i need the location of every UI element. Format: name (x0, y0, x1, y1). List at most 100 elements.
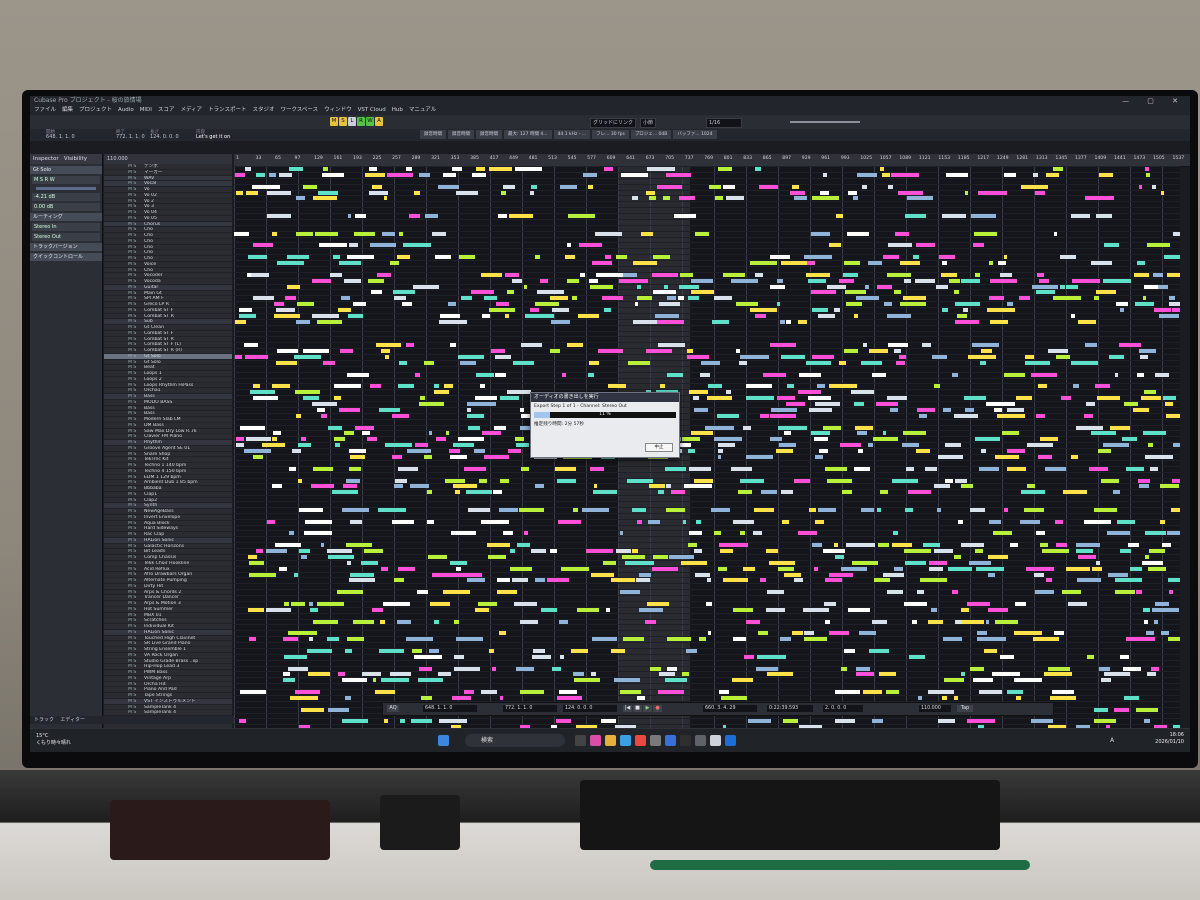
midi-event-region[interactable] (904, 279, 911, 283)
midi-event-region[interactable] (531, 185, 537, 189)
midi-event-region[interactable] (641, 232, 653, 236)
midi-event-region[interactable] (299, 549, 310, 553)
midi-event-region[interactable] (922, 343, 931, 347)
midi-event-region[interactable] (1128, 543, 1139, 547)
midi-event-region[interactable] (1163, 396, 1176, 400)
midi-event-region[interactable] (394, 484, 403, 488)
midi-event-region[interactable] (381, 678, 409, 682)
midi-event-region[interactable] (786, 320, 791, 324)
midi-event-region[interactable] (392, 455, 402, 459)
midi-event-region[interactable] (767, 590, 784, 594)
midi-event-region[interactable] (781, 490, 793, 494)
midi-event-region[interactable] (975, 437, 1000, 441)
midi-event-region[interactable] (1134, 273, 1149, 277)
midi-event-region[interactable] (574, 678, 600, 682)
midi-event-region[interactable] (1040, 543, 1048, 547)
midi-event-region[interactable] (738, 490, 752, 494)
midi-event-region[interactable] (1027, 484, 1035, 488)
midi-event-region[interactable] (1094, 296, 1099, 300)
midi-event-region[interactable] (443, 173, 456, 177)
midi-event-region[interactable] (295, 690, 320, 694)
midi-event-region[interactable] (1052, 690, 1074, 694)
midi-event-region[interactable] (327, 549, 352, 553)
midi-event-region[interactable] (593, 490, 617, 494)
midi-event-region[interactable] (425, 214, 438, 218)
midi-event-region[interactable] (1126, 637, 1155, 641)
midi-event-region[interactable] (239, 314, 256, 318)
midi-event-region[interactable] (572, 296, 577, 300)
midi-event-region[interactable] (1004, 373, 1025, 377)
midi-event-region[interactable] (994, 408, 1002, 412)
midi-event-region[interactable] (777, 279, 783, 283)
midi-event-region[interactable] (780, 320, 785, 324)
midi-event-region[interactable] (417, 590, 428, 594)
midi-event-region[interactable] (872, 719, 883, 723)
midi-event-region[interactable] (903, 431, 926, 435)
midi-event-region[interactable] (975, 549, 983, 553)
midi-event-region[interactable] (1117, 520, 1135, 524)
midi-event-region[interactable] (406, 343, 414, 347)
midi-event-region[interactable] (524, 531, 528, 535)
menu-item[interactable]: ファイル (34, 106, 56, 115)
midi-event-region[interactable] (1072, 279, 1100, 283)
midi-event-region[interactable] (777, 302, 780, 306)
midi-event-region[interactable] (841, 567, 867, 571)
midi-event-region[interactable] (809, 508, 816, 512)
midi-event-region[interactable] (484, 296, 497, 300)
midi-event-region[interactable] (882, 173, 890, 177)
midi-event-region[interactable] (1002, 431, 1019, 435)
midi-event-region[interactable] (750, 308, 777, 312)
midi-event-region[interactable] (965, 408, 974, 412)
midi-event-region[interactable] (317, 602, 344, 606)
midi-event-region[interactable] (886, 690, 899, 694)
midi-event-region[interactable] (602, 296, 623, 300)
midi-event-region[interactable] (691, 290, 714, 294)
midi-event-region[interactable] (997, 414, 1025, 418)
grid-type-select[interactable]: 小節 (640, 118, 657, 128)
midi-event-region[interactable] (998, 261, 1006, 265)
midi-event-region[interactable] (481, 520, 509, 524)
midi-event-region[interactable] (674, 214, 696, 218)
midi-event-region[interactable] (770, 437, 782, 441)
midi-event-region[interactable] (633, 320, 657, 324)
midi-event-region[interactable] (961, 543, 984, 547)
midi-event-region[interactable] (453, 443, 474, 447)
midi-event-region[interactable] (345, 696, 351, 700)
midi-event-region[interactable] (945, 443, 961, 447)
midi-event-region[interactable] (1053, 296, 1081, 300)
midi-event-region[interactable] (856, 672, 874, 676)
midi-event-region[interactable] (1145, 455, 1173, 459)
midi-event-region[interactable] (981, 349, 992, 353)
midi-event-region[interactable] (379, 408, 400, 412)
midi-event-region[interactable] (499, 508, 518, 512)
midi-event-region[interactable] (1000, 273, 1012, 277)
midi-event-region[interactable] (628, 361, 650, 365)
midi-event-region[interactable] (450, 455, 467, 459)
midi-event-region[interactable] (967, 602, 990, 606)
midi-event-region[interactable] (276, 361, 297, 365)
midi-event-region[interactable] (678, 296, 684, 300)
midi-event-region[interactable] (883, 255, 899, 259)
midi-event-region[interactable] (637, 296, 652, 300)
midi-event-region[interactable] (1036, 531, 1045, 535)
midi-event-region[interactable] (283, 637, 298, 641)
midi-event-region[interactable] (347, 637, 364, 641)
midi-event-region[interactable] (284, 602, 289, 606)
midi-event-region[interactable] (718, 567, 727, 571)
midi-event-region[interactable] (311, 484, 334, 488)
snap-type-select[interactable]: グリッドにリンク (590, 118, 637, 128)
midi-event-region[interactable] (568, 214, 595, 218)
midi-event-region[interactable] (1139, 484, 1149, 488)
midi-event-region[interactable] (1120, 655, 1129, 659)
midi-event-region[interactable] (736, 302, 758, 306)
midi-event-region[interactable] (370, 243, 396, 247)
midi-event-region[interactable] (823, 549, 845, 553)
midi-event-region[interactable] (842, 490, 852, 494)
midi-event-region[interactable] (786, 402, 805, 406)
midi-event-region[interactable] (657, 320, 684, 324)
midi-event-region[interactable] (555, 467, 576, 471)
midi-event-region[interactable] (312, 279, 331, 283)
task-view-icon[interactable] (575, 735, 586, 746)
midi-event-region[interactable] (1120, 549, 1131, 553)
zoom-slider[interactable] (790, 121, 860, 123)
